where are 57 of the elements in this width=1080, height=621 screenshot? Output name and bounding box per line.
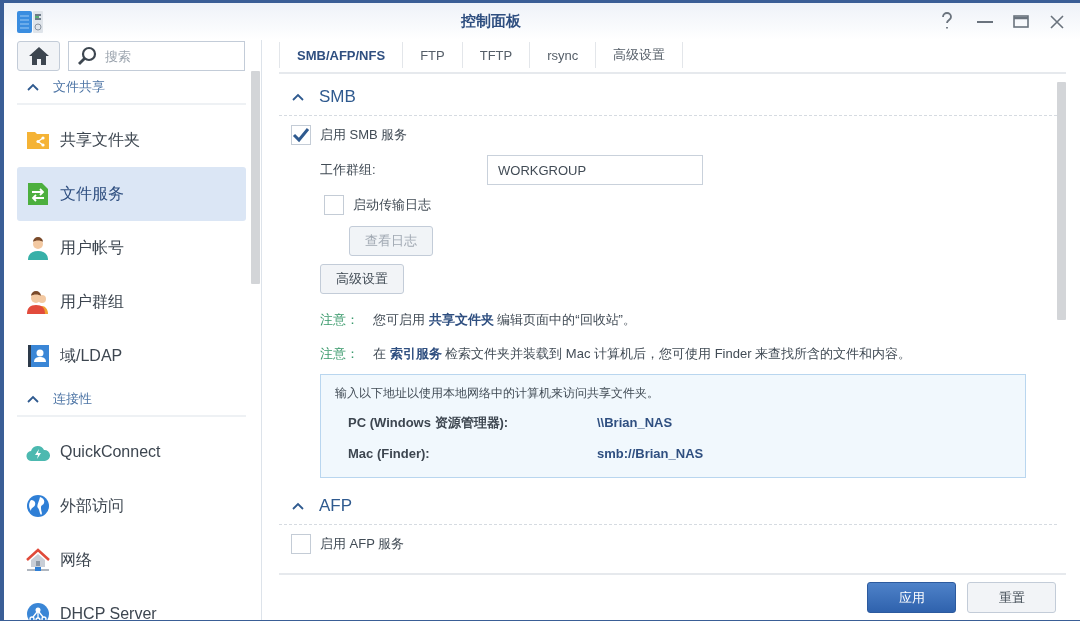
button[interactable]: 重置: [967, 582, 1056, 613]
window-title: 控制面板: [460, 12, 522, 31]
search-field[interactable]: 搜索: [68, 41, 245, 71]
sidebar-item[interactable]: 网络: [17, 533, 246, 587]
home-icon: [27, 46, 50, 66]
contact-card-icon: [26, 344, 50, 368]
users-icon: [26, 290, 50, 314]
scrollbar-thumb[interactable]: [251, 71, 260, 284]
note-label: 注意：: [320, 345, 359, 363]
note-label: 注意：: [320, 311, 359, 329]
address-label: PC (Windows 资源管理器):: [348, 413, 510, 432]
user-icon: [26, 236, 50, 260]
field-label: 工作群组:: [320, 161, 377, 179]
collapse-icon: [27, 83, 39, 91]
tab[interactable]: 高级设置: [596, 42, 684, 68]
sidebar-item[interactable]: QuickConnect: [17, 425, 246, 479]
checkbox[interactable]: [291, 125, 311, 145]
checkbox[interactable]: [324, 195, 344, 215]
file-transfer-icon: [26, 182, 50, 206]
address-value: \\Brian_NAS: [597, 415, 674, 430]
group-header[interactable]: 文件共享: [17, 71, 246, 105]
collapse-icon[interactable]: [292, 502, 304, 510]
note-text: 您可启用 共享文件夹 编辑页面中的“回收站”。: [373, 311, 636, 329]
checkbox-label: 启用 AFP 服务: [320, 535, 405, 553]
checkbox-label: 启用 SMB 服务: [320, 126, 408, 144]
sidebar-item[interactable]: 用户帐号: [17, 221, 246, 275]
tab[interactable]: rsync: [530, 42, 597, 68]
house-icon: [26, 548, 50, 572]
apply-button[interactable]: 应用: [867, 582, 956, 613]
sidebar-item[interactable]: 文件服务: [17, 167, 246, 221]
collapse-icon[interactable]: [292, 93, 304, 101]
checkbox[interactable]: [291, 534, 311, 554]
tab[interactable]: SMB/AFP/NFS: [279, 42, 404, 68]
globe-icon: [26, 494, 50, 518]
text-field[interactable]: WORKGROUP: [487, 155, 703, 185]
sidebar-item[interactable]: 共享文件夹: [17, 113, 246, 167]
search-icon: [77, 46, 97, 66]
tab[interactable]: FTP: [403, 42, 463, 68]
collapse-icon: [27, 395, 39, 403]
app-icon: [17, 9, 44, 34]
section-title: SMB: [319, 87, 356, 107]
address-value: smb://Brian_NAS: [597, 446, 705, 461]
sidebar-item[interactable]: 域/LDAP: [17, 329, 246, 383]
sidebar-item[interactable]: DHCP Server: [17, 587, 246, 620]
info-text: 输入以下地址以使用本地网络中的计算机来访问共享文件夹。: [335, 385, 660, 402]
group-header[interactable]: 连接性: [17, 383, 246, 417]
sidebar-item[interactable]: 用户群组: [17, 275, 246, 329]
address-label: Mac (Finder):: [348, 446, 431, 461]
sidebar-item[interactable]: 外部访问: [17, 479, 246, 533]
home-button[interactable]: [17, 41, 60, 71]
checkmark-icon: [292, 127, 310, 143]
scrollbar-thumb[interactable]: [1057, 82, 1066, 320]
section-title: AFP: [319, 496, 353, 516]
tab[interactable]: TFTP: [462, 42, 531, 68]
checkbox-label: 启动传输日志: [353, 196, 431, 214]
note-text: 在 索引服务 检索文件夹并装载到 Mac 计算机后，您可使用 Finder 来查找所含的文件和内容。: [373, 345, 912, 363]
button[interactable]: 高级设置: [320, 264, 404, 294]
